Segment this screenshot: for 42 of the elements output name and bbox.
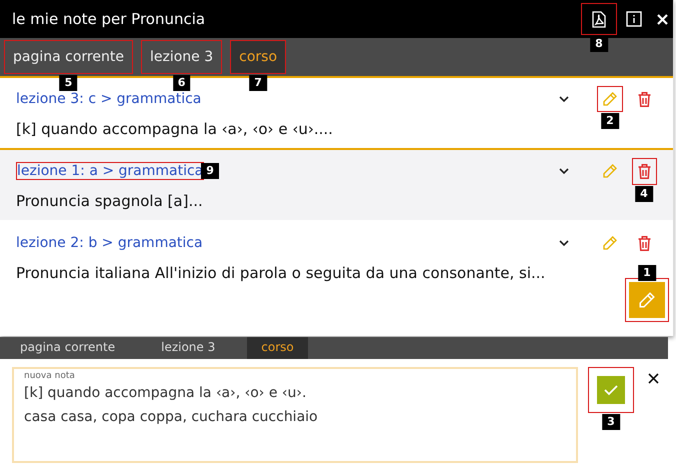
callout-number: 5 — [60, 75, 78, 91]
pencil-icon — [602, 163, 618, 179]
chevron-icon[interactable] — [559, 240, 569, 246]
close-icon — [648, 373, 659, 384]
check-icon — [604, 384, 618, 396]
trash-icon — [636, 162, 652, 180]
trash-icon — [636, 90, 652, 108]
field-label: nuova nota — [24, 371, 76, 381]
tab[interactable]: pagina corrente — [5, 41, 132, 73]
note-field[interactable]: nuova nota [k] quando accompagna la ‹a›, ‹o› e ‹u›. casa casa, copa coppa, cuchara cucchiaio — [12, 367, 578, 463]
note-text: Pronuncia italiana All'inizio di parola o seguita da una consonante, si... — [16, 264, 546, 282]
pencil-icon — [602, 91, 618, 107]
callout-number: 9 — [201, 163, 219, 179]
info-icon — [626, 11, 642, 27]
tab[interactable]: lezione 3 — [147, 337, 230, 359]
callout-number: 6 — [172, 75, 190, 91]
close-icon — [656, 14, 668, 24]
confirm-button[interactable] — [597, 376, 625, 404]
note-title[interactable]: lezione 2: b > grammatica — [16, 235, 203, 251]
chevron-icon[interactable] — [559, 96, 569, 102]
callout-number: 3 — [602, 414, 620, 430]
tab[interactable]: pagina corrente — [6, 337, 130, 359]
note-title[interactable]: lezione 3: c > grammatica — [16, 91, 202, 107]
pdf-icon — [592, 10, 606, 28]
callout-number: 8 — [590, 36, 608, 52]
note-text: [k] quando accompagna la ‹a›, ‹o› e ‹u›.... — [16, 120, 333, 138]
callout-number: 7 — [249, 75, 267, 91]
pencil-icon — [602, 235, 618, 251]
callout-number: 2 — [601, 113, 619, 129]
tab[interactable]: corso — [231, 41, 286, 73]
tab[interactable]: lezione 3 — [142, 41, 222, 73]
window-title: le mie note per Pronuncia — [12, 10, 206, 28]
chevron-icon[interactable] — [559, 168, 569, 174]
note-line: [k] quando accompagna la ‹a›, ‹o› e ‹u›. — [24, 384, 308, 403]
callout-number: 1 — [638, 265, 656, 281]
callout-number: 4 — [635, 186, 653, 202]
pencil-icon — [638, 291, 656, 309]
tab[interactable]: corso — [247, 337, 308, 359]
trash-icon — [636, 234, 652, 252]
note-text: Pronuncia spagnola [a]... — [16, 192, 203, 210]
note-title[interactable]: lezione 1: a > grammatica — [17, 163, 204, 179]
note-line: casa casa, copa coppa, cuchara cucchiaio — [24, 408, 319, 427]
